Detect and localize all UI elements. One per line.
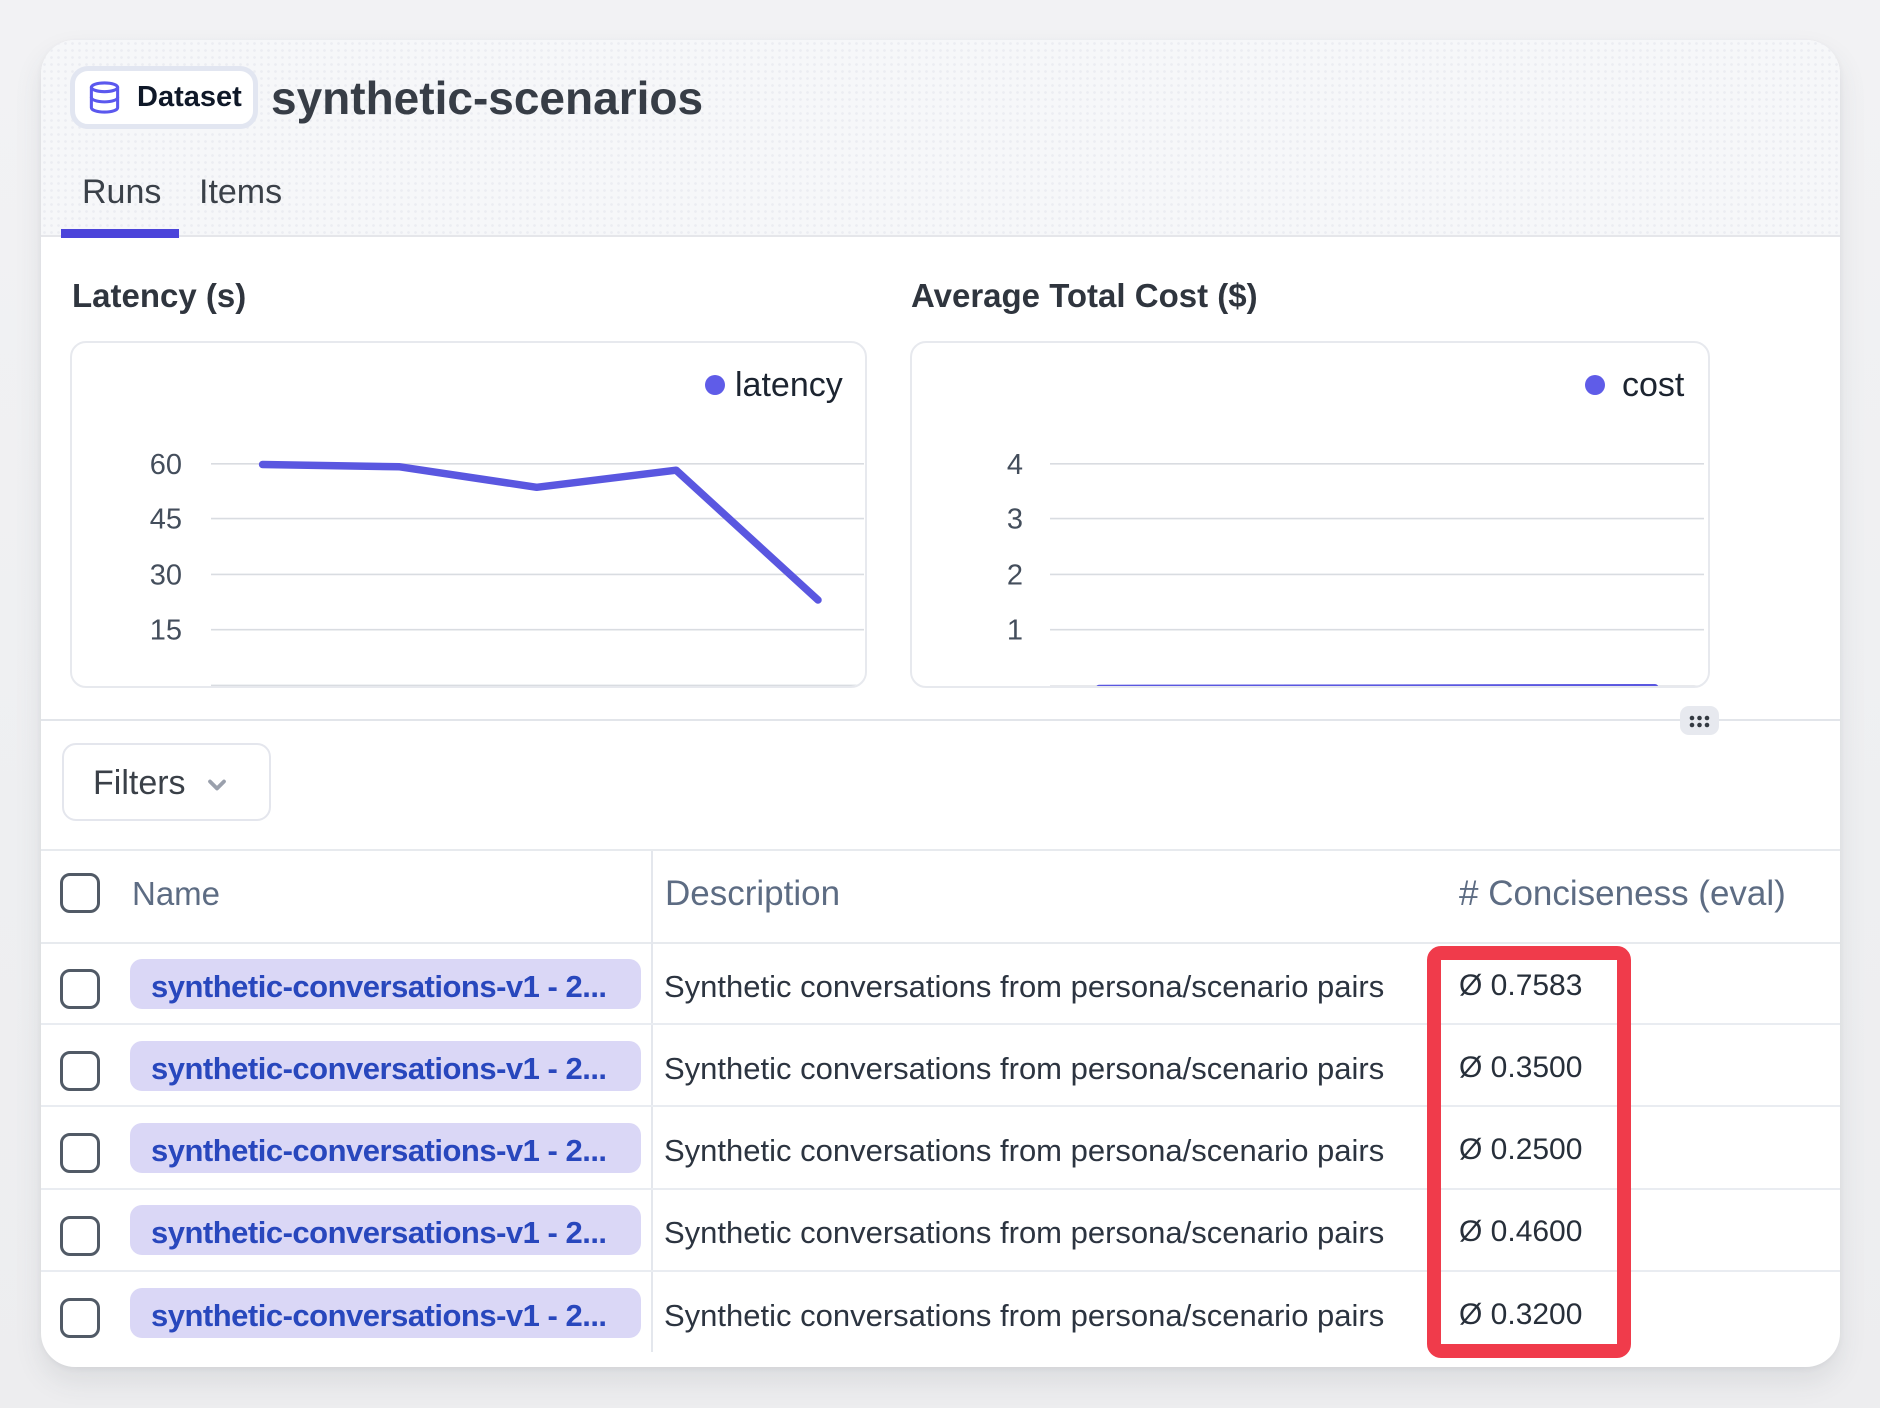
svg-text:60: 60 xyxy=(150,449,182,481)
svg-text:3: 3 xyxy=(1007,504,1023,536)
svg-text:15: 15 xyxy=(150,615,182,647)
svg-text:1: 1 xyxy=(1007,615,1023,647)
svg-text:2: 2 xyxy=(1007,559,1023,591)
svg-text:45: 45 xyxy=(150,504,182,536)
svg-text:30: 30 xyxy=(150,559,182,591)
svg-text:4: 4 xyxy=(1007,449,1023,481)
